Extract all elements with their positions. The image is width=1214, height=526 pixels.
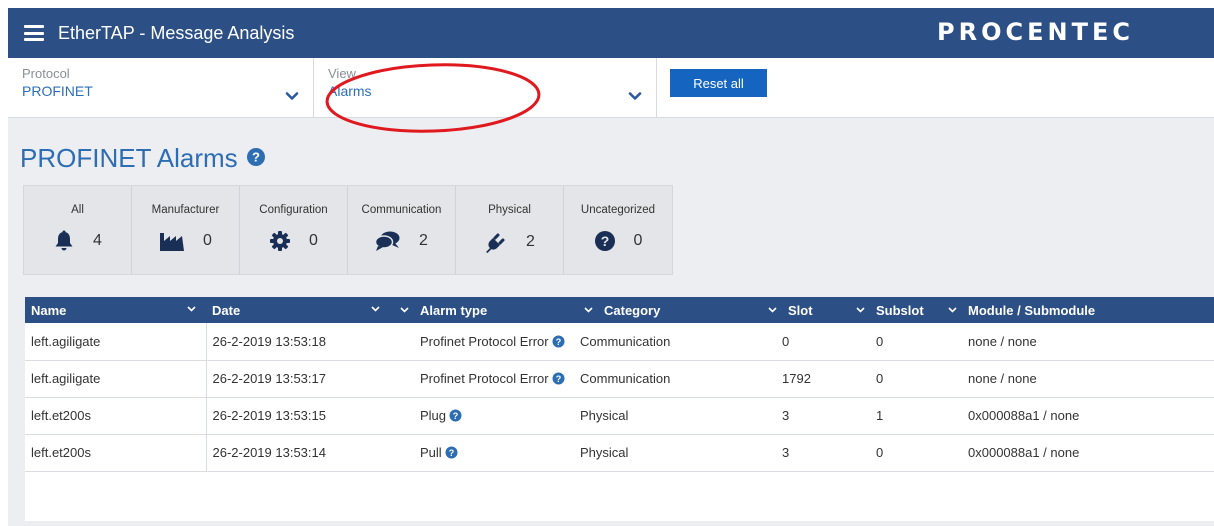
- svg-text:?: ?: [555, 337, 561, 347]
- category-count: 2: [526, 233, 535, 250]
- cell-subslot: 0: [846, 360, 938, 398]
- column-header-slot[interactable]: Slot: [758, 297, 846, 323]
- category-uncategorized[interactable]: Uncategorized ? 0: [564, 186, 672, 274]
- protocol-select[interactable]: Protocol PROFINET: [8, 58, 314, 117]
- svg-text:?: ?: [600, 233, 609, 249]
- cell-module: none / none: [938, 360, 1214, 398]
- table-row[interactable]: left.et200s 26-2-2019 13:53:14 Pull? Phy…: [25, 434, 1214, 472]
- top-bar: EtherTAP - Message Analysis PROCENTEC: [8, 8, 1214, 58]
- chevron-down-icon: [628, 92, 642, 100]
- category-count: 0: [309, 232, 318, 249]
- view-label: View: [328, 66, 356, 81]
- cell-slot: 0: [758, 323, 846, 361]
- reset-all-button[interactable]: Reset all: [670, 69, 767, 97]
- cell-alarm-type: Profinet Protocol Error?: [390, 323, 574, 361]
- cell-category: Physical: [574, 397, 758, 435]
- help-icon[interactable]: ?: [552, 372, 565, 385]
- cell-category: Physical: [574, 434, 758, 472]
- cell-module: 0x000088a1 / none: [938, 434, 1214, 472]
- question-icon: ?: [594, 231, 615, 251]
- svg-text:?: ?: [448, 448, 454, 458]
- svg-text:?: ?: [252, 150, 260, 165]
- filter-bar: Protocol PROFINET View Alarms Reset all: [8, 58, 1214, 118]
- category-communication[interactable]: Communication 2: [348, 186, 456, 274]
- sort-chevron-icon: [371, 306, 380, 312]
- brand-logo: PROCENTEC: [937, 18, 1134, 46]
- column-header-alarm-type[interactable]: Alarm type: [390, 297, 574, 323]
- help-icon[interactable]: ?: [445, 446, 458, 459]
- sort-chevron-icon: [584, 307, 593, 313]
- table-header-row: Name Date Alarm type Category Slot Subsl…: [25, 297, 1214, 323]
- cell-name: left.et200s: [25, 397, 206, 435]
- column-header-category[interactable]: Category: [574, 297, 758, 323]
- sort-chevron-icon: [856, 307, 865, 313]
- category-configuration[interactable]: Configuration 0: [240, 186, 348, 274]
- table-row[interactable]: left.agiligate 26-2-2019 13:53:17 Profin…: [25, 360, 1214, 398]
- cell-module: 0x000088a1 / none: [938, 397, 1214, 435]
- view-value: Alarms: [328, 83, 372, 99]
- category-count: 0: [203, 232, 212, 249]
- column-header-date[interactable]: Date: [206, 297, 390, 323]
- table-row[interactable]: left.agiligate 26-2-2019 13:53:18 Profin…: [25, 323, 1214, 361]
- cell-date: 26-2-2019 13:53:15: [205, 397, 390, 435]
- page-title: PROFINET Alarms ?: [20, 143, 266, 174]
- cell-module: none / none: [938, 323, 1214, 361]
- category-count: 0: [633, 232, 643, 249]
- cell-category: Communication: [574, 323, 758, 361]
- help-icon[interactable]: ?: [449, 409, 462, 422]
- category-manufacturer[interactable]: Manufacturer 0: [132, 186, 240, 274]
- cell-date: 26-2-2019 13:53:14: [205, 434, 390, 472]
- protocol-value: PROFINET: [22, 83, 93, 99]
- cell-slot: 1792: [758, 360, 846, 398]
- cell-alarm-type: Profinet Protocol Error?: [390, 360, 574, 398]
- cell-name: left.agiligate: [25, 323, 206, 361]
- help-icon[interactable]: ?: [552, 335, 565, 348]
- column-header-module[interactable]: Module / Submodule: [938, 297, 1214, 323]
- cell-subslot: 0: [846, 323, 938, 361]
- cell-date: 26-2-2019 13:53:17: [205, 360, 390, 398]
- sort-chevron-icon: [768, 307, 777, 313]
- page-title-text: PROFINET Alarms: [20, 143, 238, 173]
- protocol-label: Protocol: [22, 66, 70, 81]
- category-physical[interactable]: Physical 2: [456, 186, 564, 274]
- chevron-down-icon: [285, 92, 299, 100]
- table-empty-area: [25, 471, 1214, 521]
- cell-category: Communication: [574, 360, 758, 398]
- cell-subslot: 0: [846, 434, 938, 472]
- sort-chevron-icon: [187, 306, 196, 312]
- cell-alarm-type: Plug?: [390, 397, 574, 435]
- table-row[interactable]: left.et200s 26-2-2019 13:53:15 Plug? Phy…: [25, 397, 1214, 435]
- category-all[interactable]: All 4: [24, 186, 132, 274]
- cell-alarm-type: Pull?: [390, 434, 574, 472]
- cell-name: left.agiligate: [25, 360, 206, 398]
- bell-icon: [55, 230, 73, 251]
- gear-icon: [270, 231, 291, 251]
- category-count: 2: [419, 232, 428, 249]
- category-filter-bar: All 4 Manufacturer 0 Configuration 0 Com…: [23, 185, 673, 275]
- cell-subslot: 1: [846, 397, 938, 435]
- chat-icon: [375, 231, 400, 251]
- cell-date: 26-2-2019 13:53:18: [205, 323, 390, 361]
- cell-slot: 3: [758, 397, 846, 435]
- app-window: EtherTAP - Message Analysis PROCENTEC Pr…: [8, 8, 1214, 526]
- help-icon[interactable]: ?: [246, 143, 266, 174]
- column-header-subslot[interactable]: Subslot: [846, 297, 938, 323]
- column-header-name[interactable]: Name: [25, 297, 206, 323]
- alarms-table: Name Date Alarm type Category Slot Subsl…: [25, 297, 1214, 521]
- svg-text:?: ?: [453, 411, 459, 421]
- sort-chevron-icon: [400, 307, 409, 313]
- view-select[interactable]: View Alarms: [314, 58, 657, 117]
- plug-icon: [486, 233, 505, 253]
- cell-slot: 3: [758, 434, 846, 472]
- factory-icon: [160, 233, 185, 251]
- cell-name: left.et200s: [25, 434, 206, 472]
- category-count: 4: [93, 232, 102, 249]
- app-title: EtherTAP - Message Analysis: [58, 22, 295, 43]
- sort-chevron-icon: [948, 307, 957, 313]
- menu-icon[interactable]: [24, 25, 44, 41]
- svg-text:?: ?: [555, 374, 561, 384]
